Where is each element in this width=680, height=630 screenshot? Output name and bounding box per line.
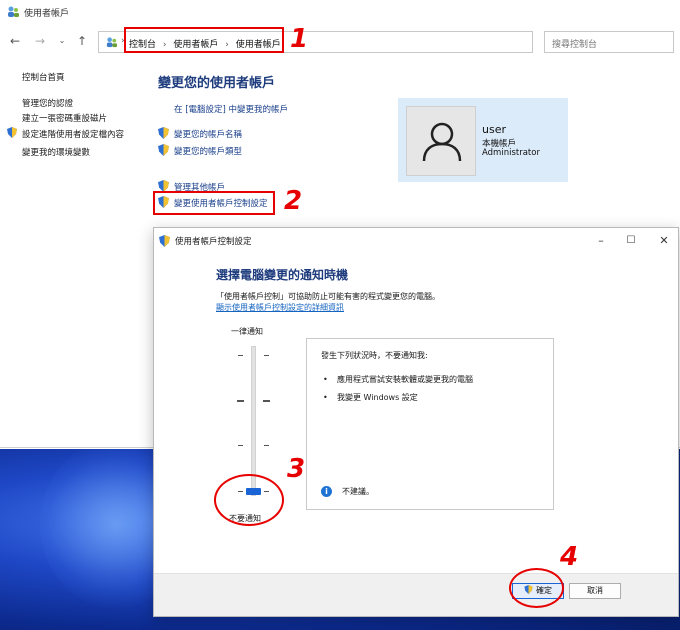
info-bullet: • 應用程式嘗試安裝軟體或變更我的電腦 xyxy=(323,374,473,385)
user-role: Administrator xyxy=(482,148,540,158)
slider-tick xyxy=(238,445,243,446)
user-accounts-icon xyxy=(8,6,19,17)
info-bullet-text: 我變更 Windows 設定 xyxy=(337,393,418,402)
maximize-icon[interactable]: ☐ xyxy=(621,232,641,250)
slider-tick xyxy=(237,400,244,402)
uac-shield-icon xyxy=(159,235,170,247)
annotation-number: 3 xyxy=(287,454,306,484)
close-icon[interactable]: ✕ xyxy=(654,232,674,250)
user-accounts-icon xyxy=(106,37,118,48)
info-icon: i xyxy=(321,486,332,497)
left-nav-environment-variables[interactable]: 變更我的環境變數 xyxy=(22,146,90,158)
link-change-account-name[interactable]: 變更您的帳戶名稱 xyxy=(174,128,242,140)
bullet-icon: • xyxy=(323,393,328,402)
annotation-box-breadcrumb xyxy=(124,27,284,53)
annotation-ellipse-slider xyxy=(214,474,284,526)
link-change-account-type[interactable]: 變更您的帳戶類型 xyxy=(174,145,242,157)
info-bullet-text: 應用程式嘗試安裝軟體或變更我的電腦 xyxy=(337,375,473,384)
page-title: 變更您的使用者帳戶 xyxy=(158,76,276,91)
address-bar: ← → ⌄ ↑ › 控制台 › 使用者帳戶 › 使用者帳戶 ⌄ ↻ 搜尋控制台 xyxy=(0,28,680,56)
slider-tick xyxy=(264,355,269,356)
slider-top-label: 一律通知 xyxy=(231,327,263,336)
annotation-number: 2 xyxy=(284,186,303,216)
cancel-button[interactable]: 取消 xyxy=(569,583,621,599)
slider-tick xyxy=(264,445,269,446)
window-title: 使用者帳戶 xyxy=(24,9,70,19)
user-name: user xyxy=(482,123,506,136)
minimize-icon[interactable]: – xyxy=(591,232,611,250)
slider-tick xyxy=(238,355,243,356)
dialog-heading: 選擇電腦變更的通知時機 xyxy=(216,268,349,282)
user-card: user 本機帳戶 Administrator xyxy=(398,98,568,182)
forward-arrow-icon[interactable]: → xyxy=(33,34,47,48)
annotation-number: 1 xyxy=(290,24,309,54)
bullet-icon: • xyxy=(323,375,328,384)
uac-details-link[interactable]: 顯示使用者帳戶控制設定的詳細資訊 xyxy=(216,302,344,313)
control-panel-titlebar: 使用者帳戶 xyxy=(0,0,680,26)
recent-locations-chevron-icon[interactable]: ⌄ xyxy=(55,34,69,48)
link-pc-settings-account[interactable]: 在 [電腦設定] 中變更我的帳戶 xyxy=(174,103,288,115)
left-nav-manage-credentials[interactable]: 管理您的認證 xyxy=(22,97,73,109)
slider-tick xyxy=(263,400,270,402)
user-silhouette-icon xyxy=(422,122,462,162)
up-arrow-icon[interactable]: ↑ xyxy=(75,34,89,48)
annotation-number: 4 xyxy=(560,542,579,572)
left-nav-home[interactable]: 控制台首頁 xyxy=(22,71,65,83)
search-placeholder: 搜尋控制台 xyxy=(552,40,598,50)
annotation-box-uac-link xyxy=(153,191,275,215)
info-bullet: • 我變更 Windows 設定 xyxy=(323,392,418,403)
level-info-panel: 發生下列狀況時，不要通知我: • 應用程式嘗試安裝軟體或變更我的電腦 • 我變更 W… xyxy=(306,338,554,510)
left-nav-advanced-profile[interactable]: 設定進階使用者設定檔內容 xyxy=(22,128,124,140)
dialog-titlebar: 使用者帳戶控制設定 – ☐ ✕ xyxy=(154,228,678,254)
uac-shield-icon xyxy=(158,127,169,139)
uac-settings-dialog: 使用者帳戶控制設定 – ☐ ✕ 選擇電腦變更的通知時機 「使用者帳戶控制」可協助… xyxy=(153,227,679,617)
dialog-description: 「使用者帳戶控制」可協助防止可能有害的程式變更您的電腦。 xyxy=(216,292,440,301)
dialog-footer: 確定 取消 xyxy=(154,573,678,616)
avatar xyxy=(406,106,476,176)
dialog-title: 使用者帳戶控制設定 xyxy=(175,237,252,247)
uac-shield-icon xyxy=(7,127,17,138)
info-recommendation: 不建議。 xyxy=(342,487,374,496)
back-arrow-icon[interactable]: ← xyxy=(8,34,22,48)
info-heading: 發生下列狀況時，不要通知我: xyxy=(321,351,428,360)
left-nav-password-reset-disk[interactable]: 建立一張密碼重設磁片 xyxy=(22,112,107,124)
search-input[interactable]: 搜尋控制台 xyxy=(544,31,674,53)
uac-shield-icon xyxy=(158,144,169,156)
cancel-button-label: 取消 xyxy=(587,586,603,595)
annotation-ellipse-ok xyxy=(509,568,564,608)
